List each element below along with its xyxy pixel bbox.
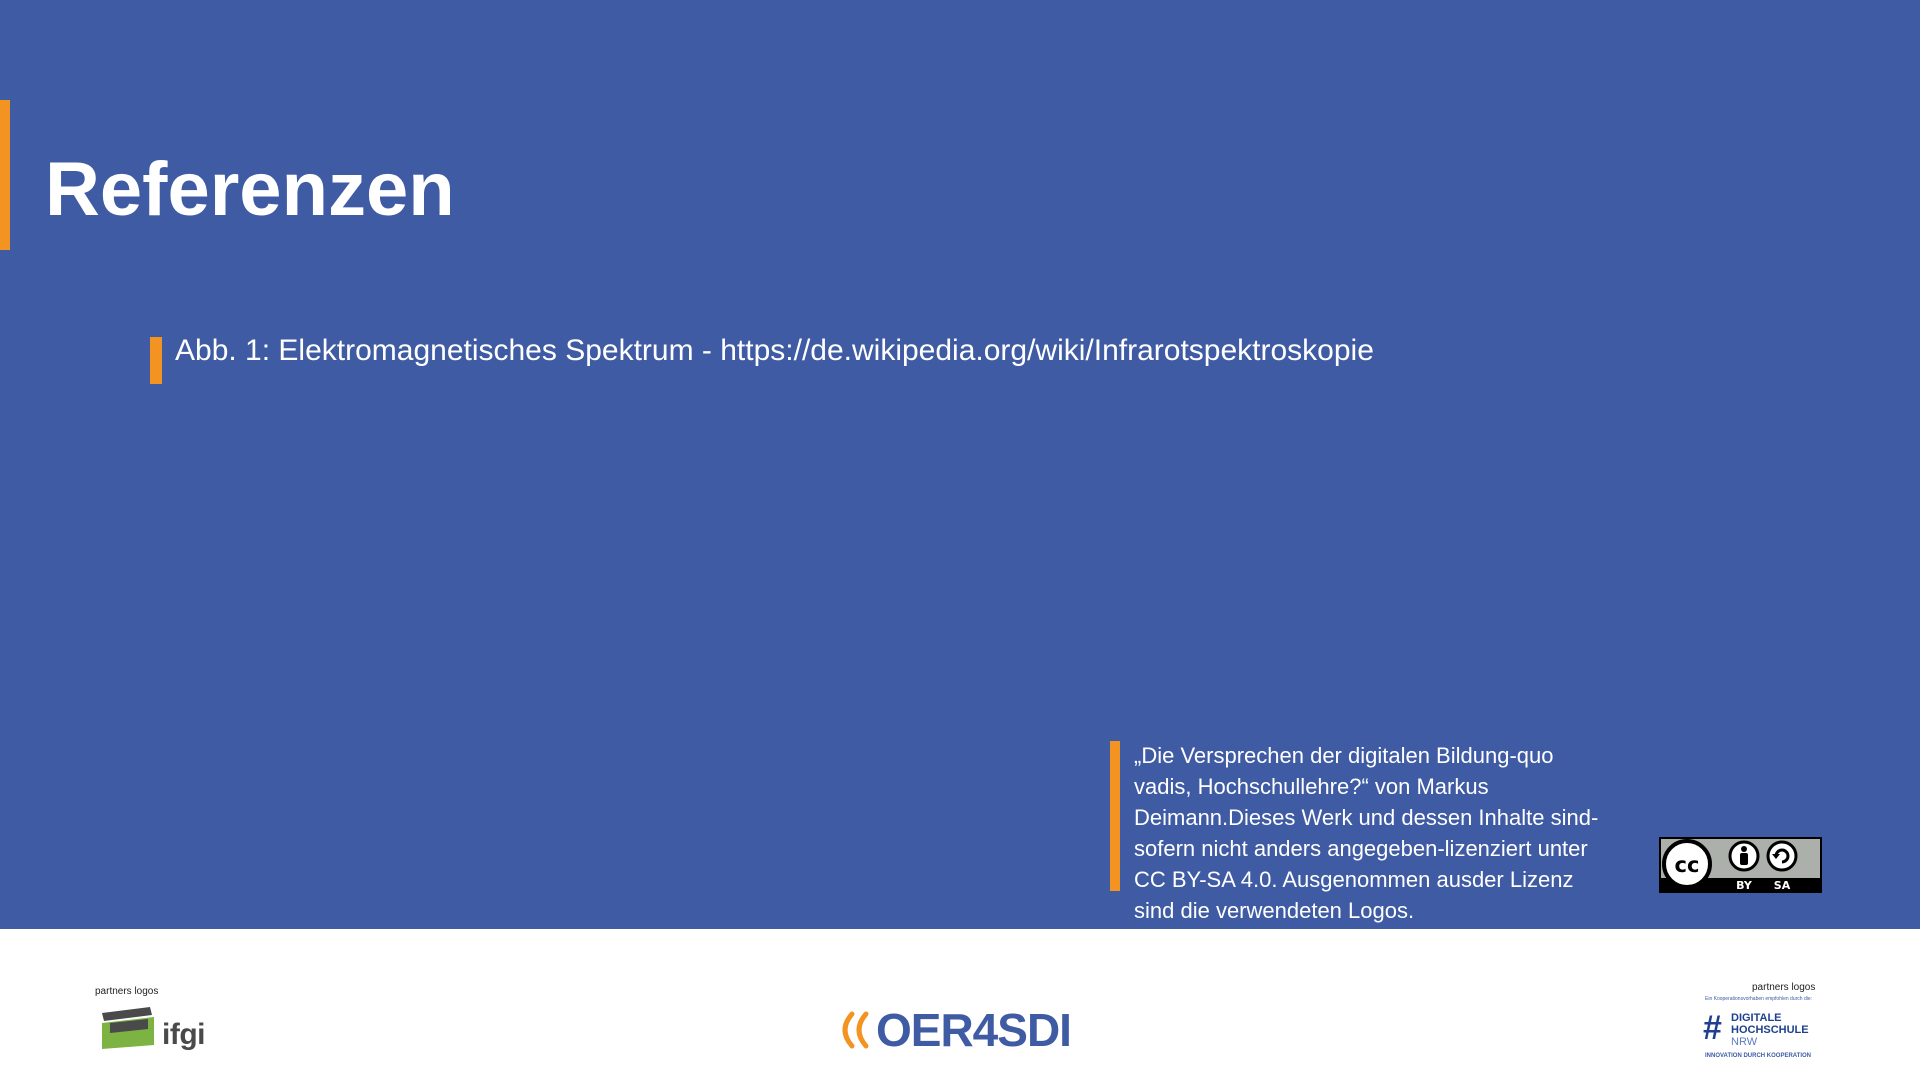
svg-text:cc: cc	[1675, 853, 1700, 877]
quote-accent-bar	[1110, 741, 1120, 891]
badge-by-label: BY	[1736, 879, 1753, 892]
dh-tagline: INNOVATION DURCH KOOPERATION	[1705, 1053, 1811, 1059]
quote-line: vadis, Hochschullehre?“ von Markus	[1134, 774, 1489, 799]
quote-line: Deimann.Dieses Werk und dessen Inhalte s…	[1134, 805, 1599, 830]
dh-recommendation-text: Ein Kooperationsvorhaben empfohlen durch…	[1705, 996, 1813, 1002]
oer4sdi-logo: OER4SDI	[836, 1003, 1072, 1056]
dh-line: NRW	[1731, 1036, 1758, 1048]
hashtag-icon: #	[1703, 1009, 1722, 1047]
title-accent-bar	[0, 100, 10, 250]
dh-line: DIGITALE	[1731, 1012, 1782, 1024]
chevron-left-icon	[842, 1011, 869, 1049]
dh-line: HOCHSCHULE	[1731, 1024, 1809, 1036]
license-quote: „Die Versprechen der digitalen Bildung-q…	[1134, 740, 1604, 926]
reference-accent-bar	[150, 337, 162, 384]
quote-line: „Die Versprechen der digitalen Bildung-q…	[1134, 743, 1554, 768]
quote-line: CC BY-SA 4.0. Ausgenommen ausder Lizenz	[1134, 867, 1574, 892]
slide-title: Referenzen	[45, 147, 455, 232]
partners-label-left: partners logos	[95, 986, 159, 997]
reference-text: Abb. 1: Elektromagnetisches Spektrum - h…	[175, 334, 1374, 367]
digitale-hochschule-logo: DIGITALE HOCHSCHULE NRW	[1731, 1012, 1809, 1048]
badge-sa-label: SA	[1774, 879, 1791, 892]
ifgi-logo-text: ifgi	[162, 1018, 206, 1051]
oer4sdi-logo-text: OER4SDI	[876, 1004, 1072, 1056]
cc-by-sa-icon: cc BY SA	[1659, 837, 1822, 893]
quote-line: sind die verwendeten Logos.	[1134, 898, 1415, 923]
quote-line: sofern nicht anders angegeben-lizenziert…	[1134, 836, 1588, 861]
partners-label-right: partners logos	[1752, 982, 1816, 993]
slide-body: Referenzen Abb. 1: Elektromagnetisches S…	[0, 0, 1920, 929]
